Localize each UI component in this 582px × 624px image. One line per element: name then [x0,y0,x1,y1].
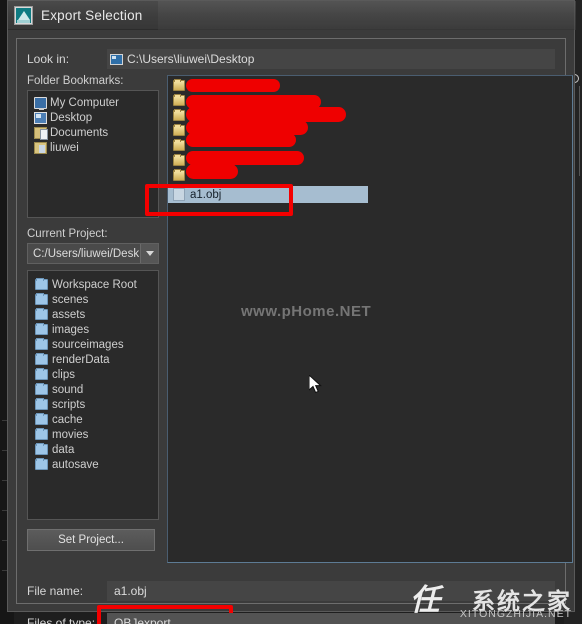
folder-icon [35,323,48,335]
current-project-label: Current Project: [27,228,108,240]
project-folder-label: Workspace Root [52,278,137,291]
screen-root: Export Selection Look in: C:\Users\liuwe… [0,0,582,624]
project-folder-label: clips [52,368,76,381]
redaction-blob [186,151,304,165]
monitor-icon [110,53,123,65]
bookmark-label: My Computer [50,96,120,109]
bookmark-label: Desktop [50,111,93,124]
folder-icon [35,428,48,440]
folder-icon [173,109,185,121]
project-folder-item[interactable]: autosave [33,457,158,472]
project-folder-item[interactable]: scenes [33,292,158,307]
project-folder-item[interactable]: renderData [33,352,158,367]
maya-app-icon [14,5,33,25]
folder-icon [35,368,48,380]
dialog-titlebar[interactable]: Export Selection [8,1,576,30]
folder-icon [35,413,48,425]
project-folder-label: data [52,443,75,456]
project-folder-label: movies [52,428,89,441]
look-in-field[interactable]: C:\Users\liuwei\Desktop [107,49,555,69]
folder-icon [35,338,48,350]
folder-icon [173,124,185,136]
folder-icon [35,353,48,365]
folder-icon [35,383,48,395]
logo-english-text: XITONGZHIJIA.NET [459,608,572,620]
folder-icon [173,139,185,151]
titlebar-sheen [158,1,576,30]
chevron-down-icon[interactable] [140,244,158,263]
current-project-section: Current Project: C:/Users/liuwei/Desk Wo… [27,228,159,520]
bookmark-item-documents[interactable]: Documents [32,125,158,140]
project-folder-label: images [52,323,90,336]
user-folder-icon [34,141,47,154]
redaction-blob [186,164,238,179]
bookmark-item-desktop[interactable]: Desktop [32,110,158,125]
project-folder-item[interactable]: scripts [33,397,158,412]
file-icon [173,188,185,201]
project-folder-label: cache [52,413,83,426]
project-folder-item[interactable]: assets [33,307,158,322]
project-folder-item[interactable]: sourceimages [33,337,158,352]
folder-icon [173,169,185,181]
left-column: Folder Bookmarks: My Computer Desktop Do… [27,75,159,551]
bookmark-label: Documents [50,126,109,139]
look-in-path: C:\Users\liuwei\Desktop [127,52,255,66]
project-folder-item[interactable]: Workspace Root [33,277,158,292]
project-folder-label: assets [52,308,86,321]
folder-icon [173,154,185,166]
folder-icon [35,308,48,320]
project-folder-item[interactable]: clips [33,367,158,382]
folder-icon [35,293,48,305]
look-in-row: Look in: C:\Users\liuwei\Desktop [27,49,555,69]
project-folder-label: renderData [52,353,110,366]
current-project-dropdown[interactable]: C:/Users/liuwei/Desk [27,243,159,264]
folder-icon [173,79,185,91]
project-folder-label: sourceimages [52,338,124,351]
folder-bookmarks-label: Folder Bookmarks: [27,75,124,87]
project-folder-item[interactable]: sound [33,382,158,397]
file-name-label: a1.obj [190,188,222,201]
folder-icon [35,458,48,470]
computer-icon [34,96,47,110]
project-folder-item[interactable]: cache [33,412,158,427]
project-folder-label: scenes [52,293,89,306]
project-folder-item[interactable]: data [33,442,158,457]
look-in-label: Look in: [27,52,70,66]
bookmark-label: liuwei [50,141,79,154]
file-type-label-text: Files of type: [27,616,96,624]
file-name-label-text: File name: [27,584,84,598]
folder-icon [35,278,48,290]
file-row-selected-a1obj[interactable]: a1.obj [168,186,368,203]
current-project-value: C:/Users/liuwei/Desk [33,247,140,260]
project-folder-item[interactable]: images [33,322,158,337]
dialog-body: Look in: C:\Users\liuwei\Desktop Folder … [16,38,573,624]
documents-icon [34,126,48,140]
redaction-blob [186,133,296,147]
watermark-text: www.pHome.NET [241,303,372,320]
redaction-blob [186,79,280,92]
file-browser-panel[interactable]: a1.obj www.pHome.NET [167,75,573,563]
folder-icon [35,398,48,410]
folder-icon [173,94,185,106]
set-project-button[interactable]: Set Project... [27,529,155,551]
project-folder-item[interactable]: movies [33,427,158,442]
folder-bookmarks-list[interactable]: My Computer Desktop Documents liuwei [27,90,159,218]
desktop-icon [34,111,47,124]
export-selection-dialog: Export Selection Look in: C:\Users\liuwe… [7,0,576,624]
site-logo: 任 系统之家 XITONGZHIJIA.NET [404,582,576,622]
folder-icon [35,443,48,455]
bookmark-item-liuwei[interactable]: liuwei [32,140,158,155]
project-folders-list[interactable]: Workspace Root scenes assets images sourceim… [27,270,159,520]
bookmark-item-my-computer[interactable]: My Computer [32,95,158,110]
dialog-title: Export Selection [41,7,143,23]
project-folder-label: sound [52,383,84,396]
arrow-pointer-icon [309,375,322,394]
project-folder-label: scripts [52,398,86,411]
project-folder-label: autosave [52,458,99,471]
